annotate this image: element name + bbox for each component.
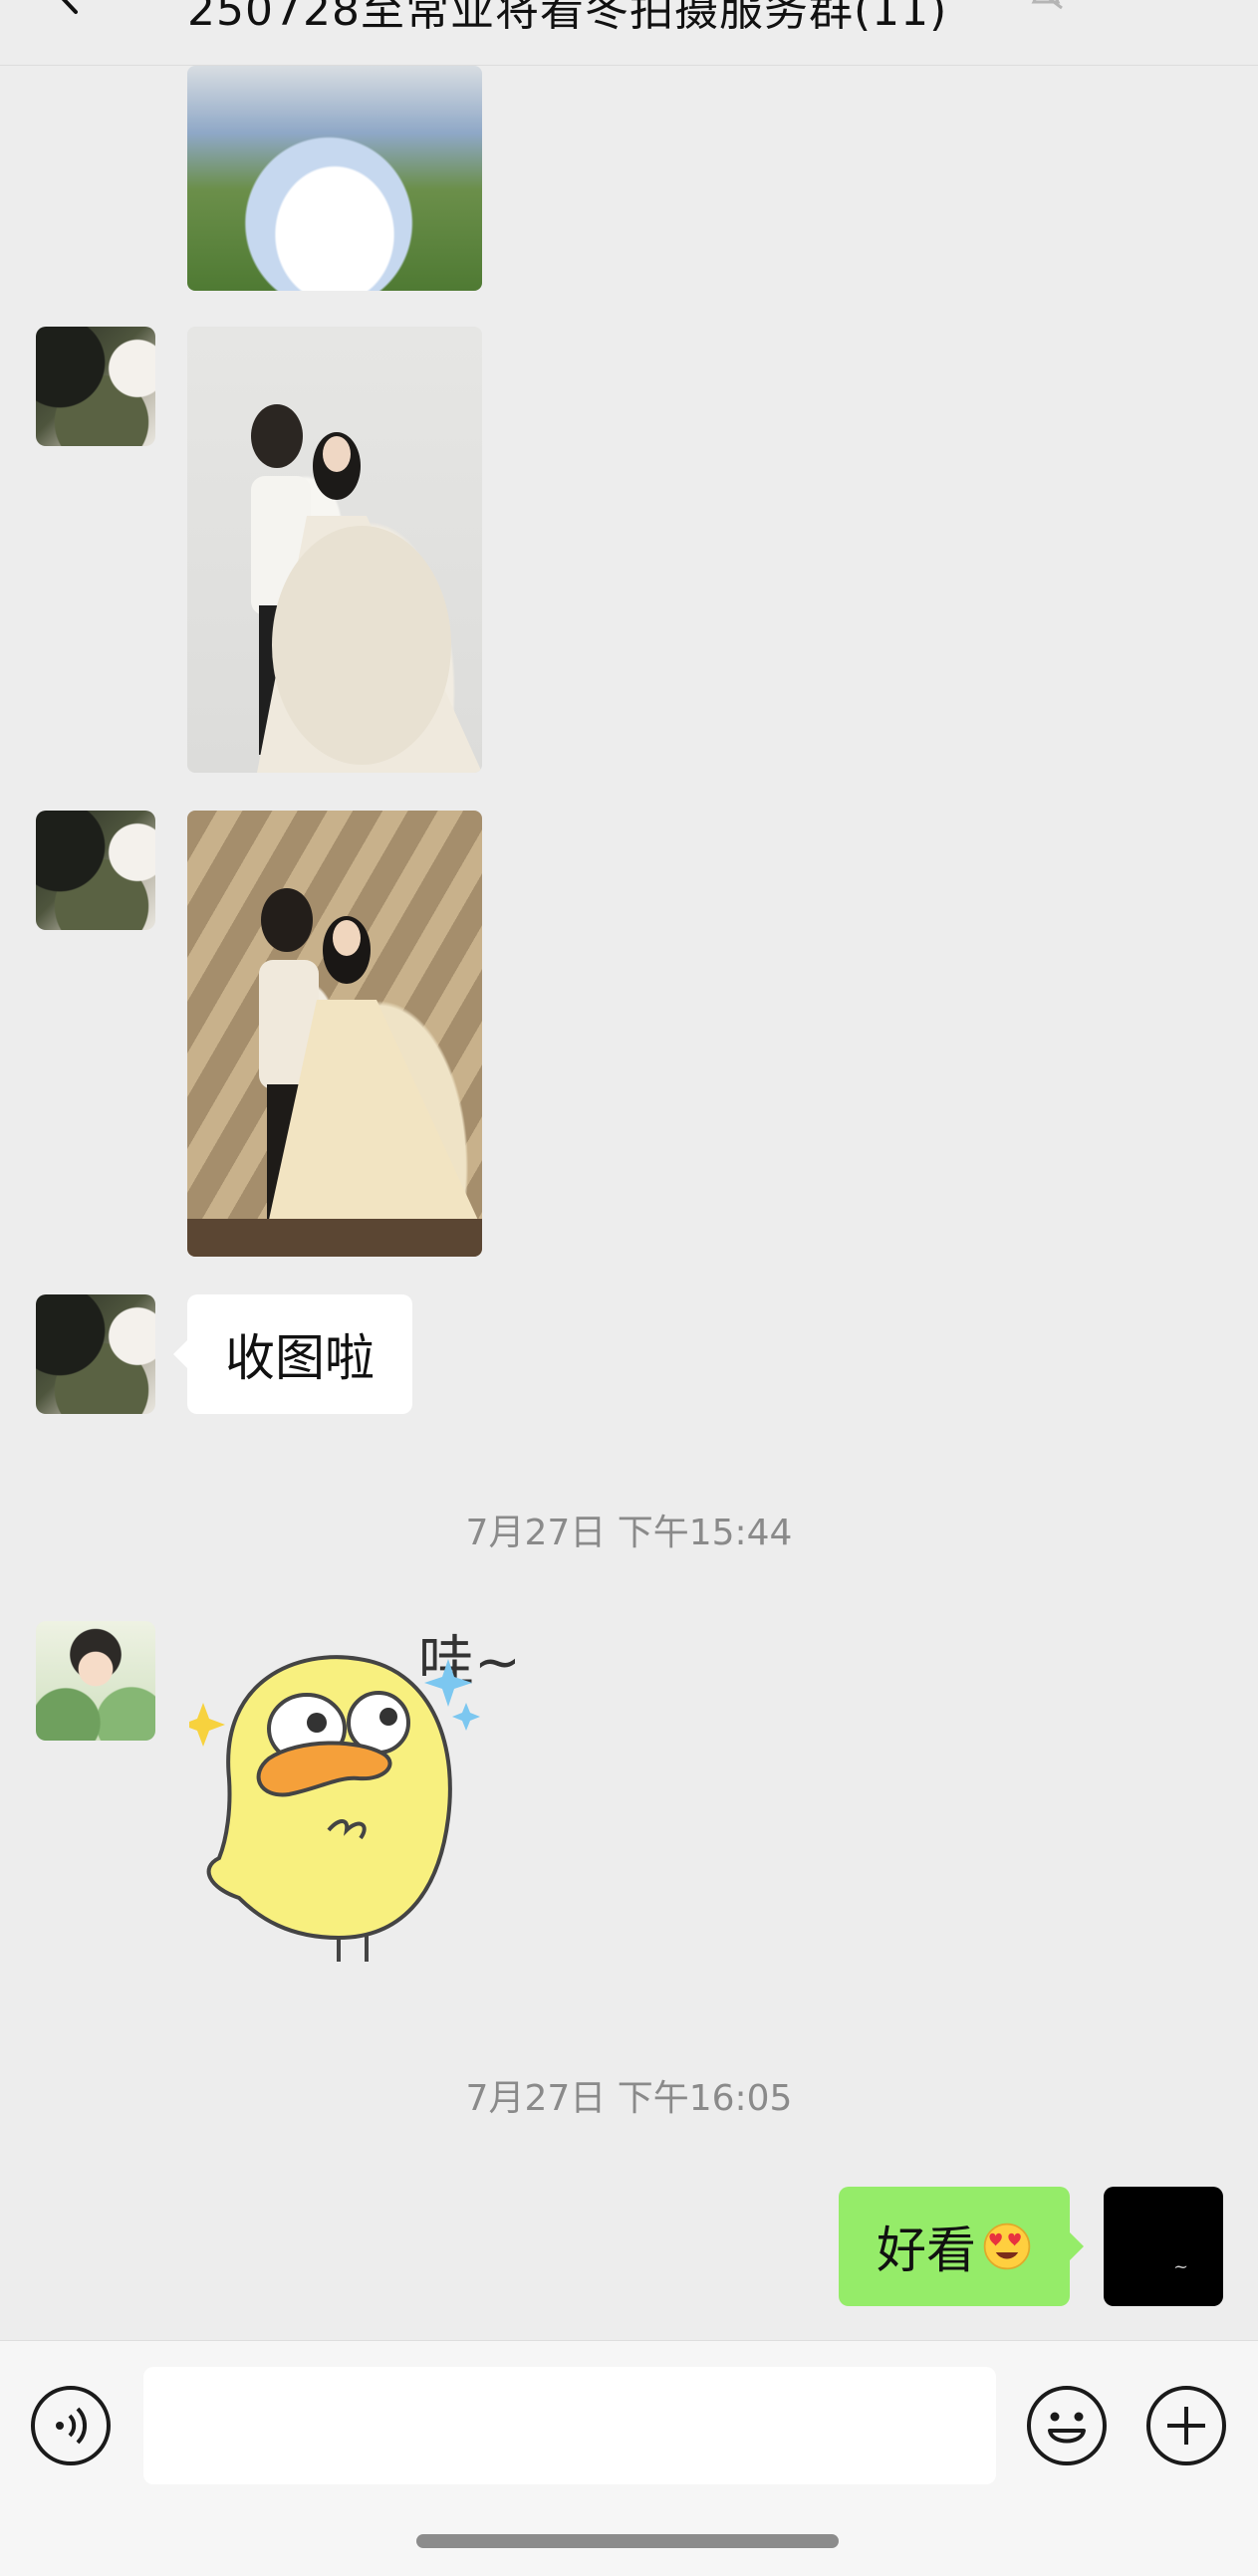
chat-header: 250728至常业将看冬拍摄服务群(11) xyxy=(0,0,1258,66)
avatar[interactable] xyxy=(36,811,155,930)
chat-title: 250728至常业将看冬拍摄服务群(11) xyxy=(187,0,948,36)
heart-eyes-emoji-icon xyxy=(983,2223,1031,2270)
self-text-message[interactable]: 好看 xyxy=(839,2187,1084,2306)
text-message[interactable]: 收图啦 xyxy=(173,1294,412,1414)
avatar[interactable] xyxy=(36,1294,155,1414)
wedding-photo xyxy=(251,404,482,773)
message-input[interactable] xyxy=(143,2367,996,2484)
signature-mark: ~ xyxy=(1173,2256,1189,2277)
wedding-photo xyxy=(187,888,482,1257)
home-indicator[interactable] xyxy=(416,2534,839,2548)
avatar[interactable] xyxy=(36,1621,155,1741)
voice-icon[interactable] xyxy=(30,2385,112,2466)
image-message[interactable] xyxy=(187,811,482,1257)
image-message[interactable] xyxy=(187,327,482,773)
avatar[interactable] xyxy=(36,327,155,446)
timestamp: 7月27日 下午16:05 xyxy=(465,2078,793,2119)
emoji-icon[interactable] xyxy=(1026,2385,1108,2466)
message-list[interactable]: 收图啦 7月27日 下午15:44 哇~ 7月27日 下午16:05 好看 ~ xyxy=(0,66,1258,2340)
mute-bell-icon xyxy=(1031,0,1063,10)
self-avatar[interactable]: ~ xyxy=(1104,2187,1223,2306)
plus-icon[interactable] xyxy=(1145,2385,1227,2466)
back-arrow-icon[interactable] xyxy=(46,0,92,16)
timestamp: 7月27日 下午15:44 xyxy=(465,1513,793,1553)
message-text: 好看 xyxy=(877,2222,976,2279)
duck-sticker[interactable]: 哇~ xyxy=(189,1619,548,1978)
image-message[interactable] xyxy=(187,66,482,291)
input-bar xyxy=(0,2340,1258,2576)
chat-screen: 250728至常业将看冬拍摄服务群(11) 收图啦 7月27日 下午15:44 … xyxy=(0,0,1258,2576)
